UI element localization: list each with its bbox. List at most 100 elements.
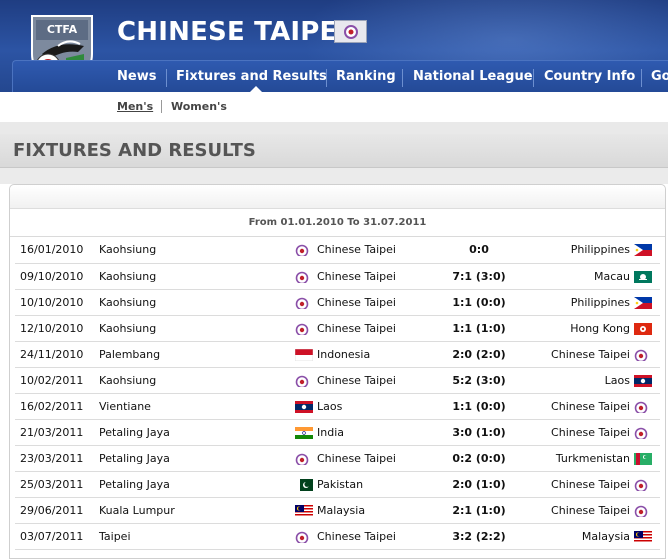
match-score[interactable]: 0:2 (0:0) [429, 445, 529, 472]
match-score[interactable]: 1:1 (0:0) [429, 393, 529, 420]
malaysia-flag-icon [634, 530, 652, 543]
nav-ranking[interactable]: Ranking [336, 69, 396, 84]
away-team[interactable]: Philippines [529, 289, 634, 316]
chinese-taipei-flag-icon [634, 505, 652, 517]
match-date: 09/10/2010 [15, 263, 99, 290]
match-date: 16/01/2010 [15, 237, 99, 264]
pakistan-flag-icon [295, 478, 313, 491]
match-score[interactable]: 2:0 (2:0) [429, 341, 529, 368]
match-date: 10/10/2010 [15, 289, 99, 316]
logo-text: CTFA [47, 23, 78, 36]
india-flag-icon [295, 426, 313, 439]
result-row[interactable]: 03/07/2011 Taipei Chinese Taipei 3:2 (2:2) M… [15, 523, 660, 550]
match-score[interactable]: 1:1 (0:0) [429, 289, 529, 316]
results-period: From 01.01.2010 To 31.07.2011 [10, 209, 665, 237]
match-score[interactable]: 3:0 (1:0) [429, 419, 529, 446]
page-title: FIXTURES AND RESULTS [13, 140, 256, 161]
result-row[interactable]: 16/02/2011 Vientiane Laos 1:1 (0:0) Chinese … [15, 393, 660, 420]
subnav-womens[interactable]: Women's [171, 100, 227, 113]
chinese-taipei-flag-icon [295, 244, 313, 257]
philippines-flag-icon [634, 296, 652, 309]
away-team[interactable]: Philippines [529, 237, 634, 264]
chinese-taipei-flag-icon [295, 271, 313, 283]
laos-flag-icon [295, 400, 313, 413]
nav-national-league[interactable]: National League [413, 69, 533, 84]
match-date: 24/11/2010 [15, 341, 99, 368]
chinese-taipei-flag-icon [634, 349, 652, 361]
home-team[interactable]: Laos [317, 393, 429, 420]
away-team[interactable]: Chinese Taipei [529, 497, 634, 524]
result-row[interactable]: 10/10/2010 Kaohsiung Chinese Taipei 1:1 (0:… [15, 289, 660, 316]
match-date: 03/07/2011 [15, 523, 99, 550]
chinese-taipei-flag-icon [334, 20, 367, 43]
result-row[interactable]: 21/03/2011 Petaling Jaya India 3:0 (1:0) Chi… [15, 419, 660, 446]
home-team[interactable]: Malaysia [317, 497, 429, 524]
chinese-taipei-flag-icon [295, 323, 313, 335]
result-row[interactable]: 29/06/2011 Kuala Lumpur Malaysia 2:1 (1:0) C… [15, 497, 660, 524]
section-header: FIXTURES AND RESULTS [0, 134, 668, 168]
nav-country-info[interactable]: Country Info [544, 69, 635, 84]
match-venue: Kaohsiung [99, 263, 295, 290]
home-team[interactable]: Chinese Taipei [317, 523, 429, 550]
site-title: CHINESE TAIPEI [117, 17, 348, 47]
sub-nav: Men's Women's [0, 92, 668, 122]
chinese-taipei-flag-icon [295, 531, 313, 543]
away-team[interactable]: Chinese Taipei [529, 471, 634, 498]
result-row[interactable]: 09/10/2010 Kaohsiung Chinese Taipei 7:1 (3:… [15, 263, 660, 290]
match-score[interactable]: 7:1 (3:0) [429, 263, 529, 290]
match-date: 12/10/2010 [15, 315, 99, 342]
nav-go[interactable]: Go [651, 69, 668, 84]
home-team[interactable]: Pakistan [317, 471, 429, 498]
turkmenistan-flag-icon [634, 452, 652, 465]
home-team[interactable]: India [317, 419, 429, 446]
indonesia-flag-icon [295, 348, 313, 361]
match-score[interactable]: 5:2 (3:0) [429, 367, 529, 394]
home-team[interactable]: Chinese Taipei [317, 445, 429, 472]
result-row[interactable]: 23/03/2011 Petaling Jaya Chinese Taipei 0:2… [15, 445, 660, 472]
match-score[interactable]: 0:0 [429, 237, 529, 264]
away-team[interactable]: Turkmenistan [529, 445, 634, 472]
match-date: 21/03/2011 [15, 419, 99, 446]
match-score[interactable]: 2:0 (1:0) [429, 471, 529, 498]
result-row[interactable]: 24/11/2010 Palembang Indonesia 2:0 (2:0) Chi… [15, 341, 660, 368]
result-row[interactable]: 10/02/2011 Kaohsiung Chinese Taipei 5:2 (3:… [15, 367, 660, 394]
away-team[interactable]: Chinese Taipei [529, 341, 634, 368]
away-team[interactable]: Laos [529, 367, 634, 394]
home-team[interactable]: Chinese Taipei [317, 315, 429, 342]
match-venue: Taipei [99, 523, 295, 550]
chinese-taipei-flag-icon [295, 453, 313, 465]
result-row[interactable]: 25/03/2011 Petaling Jaya Pakistan 2:0 (1:0)… [15, 471, 660, 498]
away-team[interactable]: Macau [529, 263, 634, 290]
away-team[interactable]: Malaysia [529, 523, 634, 550]
match-score[interactable]: 1:1 (1:0) [429, 315, 529, 342]
match-venue: Palembang [99, 341, 295, 368]
home-team[interactable]: Indonesia [317, 341, 429, 368]
match-venue: Vientiane [99, 393, 295, 420]
match-date: 23/03/2011 [15, 445, 99, 472]
match-date: 16/02/2011 [15, 393, 99, 420]
nav-news[interactable]: News [117, 69, 156, 84]
results-table: 16/01/2010 Kaohsiung Chinese Taipei 0:0 Phil… [15, 237, 660, 550]
chinese-taipei-flag-icon [295, 297, 313, 309]
home-team[interactable]: Chinese Taipei [317, 289, 429, 316]
home-team[interactable]: Chinese Taipei [317, 263, 429, 290]
match-venue: Petaling Jaya [99, 471, 295, 498]
macau-flag-icon [634, 270, 652, 283]
away-team[interactable]: Chinese Taipei [529, 419, 634, 446]
subnav-mens[interactable]: Men's [117, 100, 153, 113]
away-team[interactable]: Hong Kong [529, 315, 634, 342]
match-venue: Petaling Jaya [99, 419, 295, 446]
match-score[interactable]: 2:1 (1:0) [429, 497, 529, 524]
match-score[interactable]: 3:2 (2:2) [429, 523, 529, 550]
match-venue: Kaohsiung [99, 237, 295, 264]
result-row[interactable]: 16/01/2010 Kaohsiung Chinese Taipei 0:0 Phil… [15, 237, 660, 264]
nav-fixtures-and-results[interactable]: Fixtures and Results [176, 69, 327, 84]
match-venue: Petaling Jaya [99, 445, 295, 472]
main-nav: News Fixtures and Results Ranking Nation… [12, 60, 668, 92]
result-row[interactable]: 12/10/2010 Kaohsiung Chinese Taipei 1:1 (1:… [15, 315, 660, 342]
home-team[interactable]: Chinese Taipei [317, 367, 429, 394]
chinese-taipei-flag-icon [634, 401, 652, 413]
home-team[interactable]: Chinese Taipei [317, 237, 429, 264]
away-team[interactable]: Chinese Taipei [529, 393, 634, 420]
philippines-flag-icon [634, 244, 652, 257]
